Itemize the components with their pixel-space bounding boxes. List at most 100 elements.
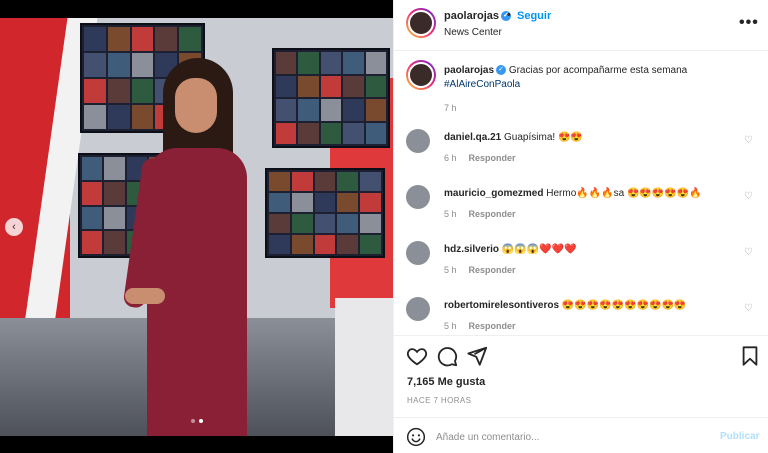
commenter-avatar[interactable] bbox=[406, 129, 430, 153]
caption-body: Gracias por acompañarme esta semana bbox=[508, 65, 688, 76]
commenter-username[interactable]: robertomirelesontiveros bbox=[444, 300, 559, 311]
verified-badge-icon: ✓ bbox=[496, 65, 507, 76]
video-wall-tile bbox=[104, 181, 125, 205]
video-wall-tile bbox=[314, 235, 336, 254]
video-wall-tile bbox=[365, 52, 386, 74]
comment-item: mauricio_gomezmed Hermo🔥🔥🔥sa 😍😍😍😍😍🔥 5 h R… bbox=[406, 185, 756, 235]
video-wall-tile bbox=[291, 172, 313, 191]
video-wall-tile bbox=[337, 214, 359, 233]
video-wall-tile bbox=[298, 99, 319, 121]
video-wall-tile bbox=[276, 75, 297, 97]
post-media[interactable]: ‹ bbox=[0, 0, 393, 453]
reply-button[interactable]: Responder bbox=[469, 321, 516, 331]
video-wall-tile bbox=[155, 27, 178, 51]
carousel-prev-button[interactable]: ‹ bbox=[5, 218, 23, 236]
comment-time: 6 h bbox=[444, 153, 457, 163]
comments-section[interactable]: paolarojas ✓ Gracias por acompañarme esta… bbox=[394, 52, 768, 335]
like-heart-icon[interactable] bbox=[406, 345, 428, 367]
video-wall-tile bbox=[360, 214, 381, 233]
video-wall-tile bbox=[179, 27, 201, 51]
comment-text: Hermo🔥🔥🔥sa 😍😍😍😍😍🔥 bbox=[546, 188, 702, 199]
comment-text: 😱😱😱❤️❤️❤️ bbox=[501, 244, 577, 255]
video-wall-tile bbox=[337, 235, 359, 254]
comment-time: 5 h bbox=[444, 209, 457, 219]
video-wall-tile bbox=[276, 52, 297, 74]
video-wall-tile bbox=[131, 27, 154, 51]
video-wall-tile bbox=[269, 193, 290, 212]
likes-count[interactable]: 7,165 Me gusta bbox=[407, 376, 485, 388]
more-options-icon[interactable]: ••• bbox=[739, 14, 759, 32]
comment-like-heart-icon[interactable]: ♡ bbox=[744, 191, 753, 202]
comment-like-heart-icon[interactable]: ♡ bbox=[744, 303, 753, 314]
reply-button[interactable]: Responder bbox=[469, 209, 516, 219]
publish-button[interactable]: Publicar bbox=[720, 431, 759, 442]
comment-bubble-icon[interactable] bbox=[436, 345, 458, 367]
video-wall-tile bbox=[343, 122, 364, 144]
video-wall-tile bbox=[276, 122, 297, 144]
video-wall-tile bbox=[82, 231, 103, 254]
comment-text: Guapísima! 😍😍 bbox=[504, 132, 583, 143]
comment-composer: Publicar bbox=[394, 417, 768, 453]
video-wall-tile bbox=[82, 206, 103, 230]
video-wall-tile bbox=[314, 193, 336, 212]
header-separator: • bbox=[507, 9, 511, 21]
video-wall-tile bbox=[360, 193, 381, 212]
video-wall-tile bbox=[104, 157, 125, 180]
author-avatar[interactable] bbox=[406, 8, 436, 38]
share-paper-plane-icon[interactable] bbox=[466, 345, 488, 367]
video-wall-tile bbox=[365, 122, 386, 144]
video-wall-tile bbox=[365, 99, 386, 121]
video-wall-tile bbox=[343, 52, 364, 74]
video-wall-tile bbox=[269, 172, 290, 191]
save-bookmark-icon[interactable] bbox=[739, 345, 761, 367]
commenter-username[interactable]: hdz.silverio bbox=[444, 244, 499, 255]
video-wall-tile bbox=[343, 99, 364, 121]
studio-desk bbox=[335, 298, 393, 436]
caption-time: 7 h bbox=[444, 103, 457, 113]
commenter-username[interactable]: mauricio_gomezmed bbox=[444, 188, 543, 199]
carousel-dot-active bbox=[198, 419, 203, 423]
video-wall-tile bbox=[320, 99, 342, 121]
video-wall-tile bbox=[320, 52, 342, 74]
comment-item: daniel.qa.21 Guapísima! 😍😍 6 h Responder … bbox=[406, 129, 756, 179]
emoji-icon[interactable] bbox=[406, 427, 426, 447]
post-header: paolarojas ✓ • Seguir News Center ••• bbox=[394, 0, 768, 51]
video-wall-tile bbox=[84, 105, 106, 129]
commenter-username[interactable]: daniel.qa.21 bbox=[444, 132, 501, 143]
video-wall-tile bbox=[320, 122, 342, 144]
video-wall-tile bbox=[298, 75, 319, 97]
comment-time: 5 h bbox=[444, 265, 457, 275]
comment-like-heart-icon[interactable]: ♡ bbox=[744, 247, 753, 258]
commenter-avatar[interactable] bbox=[406, 241, 430, 265]
post-location[interactable]: News Center bbox=[444, 27, 502, 38]
video-wall-tile bbox=[320, 75, 342, 97]
video-wall-tile bbox=[343, 75, 364, 97]
comment-text: 😍😍😍😍😍😍😍😍😍😍 bbox=[561, 300, 687, 311]
video-wall-tile bbox=[291, 214, 313, 233]
video-wall-tile bbox=[84, 53, 106, 77]
caption-avatar[interactable] bbox=[406, 60, 436, 90]
commenter-avatar[interactable] bbox=[406, 185, 430, 209]
comment-item: robertomirelesontiveros 😍😍😍😍😍😍😍😍😍😍 5 h Re… bbox=[406, 297, 756, 335]
chevron-left-icon: ‹ bbox=[12, 221, 16, 233]
video-wall-tile bbox=[298, 52, 319, 74]
video-wall-tile bbox=[314, 172, 336, 191]
video-wall-tile bbox=[291, 235, 313, 254]
comment-input[interactable] bbox=[436, 428, 706, 446]
instagram-post-modal: ‹ paolarojas ✓ • Seguir News Center ••• p… bbox=[0, 0, 768, 453]
reply-button[interactable]: Responder bbox=[469, 265, 516, 275]
caption-username[interactable]: paolarojas bbox=[444, 65, 494, 76]
carousel-dot bbox=[190, 419, 195, 423]
comment-like-heart-icon[interactable]: ♡ bbox=[744, 135, 753, 146]
video-wall-tile bbox=[84, 27, 106, 51]
video-wall-tile bbox=[84, 79, 106, 103]
reply-button[interactable]: Responder bbox=[469, 153, 516, 163]
caption-text: paolarojas ✓ Gracias por acompañarme esta… bbox=[444, 64, 744, 92]
author-username[interactable]: paolarojas ✓ bbox=[444, 10, 512, 22]
follow-button[interactable]: Seguir bbox=[517, 10, 551, 22]
caption-hashtag[interactable]: #AlAireConPaola bbox=[444, 79, 520, 90]
commenter-avatar[interactable] bbox=[406, 297, 430, 321]
video-wall-tile bbox=[104, 206, 125, 230]
comment-time: 5 h bbox=[444, 321, 457, 331]
video-wall-tile bbox=[337, 172, 359, 191]
